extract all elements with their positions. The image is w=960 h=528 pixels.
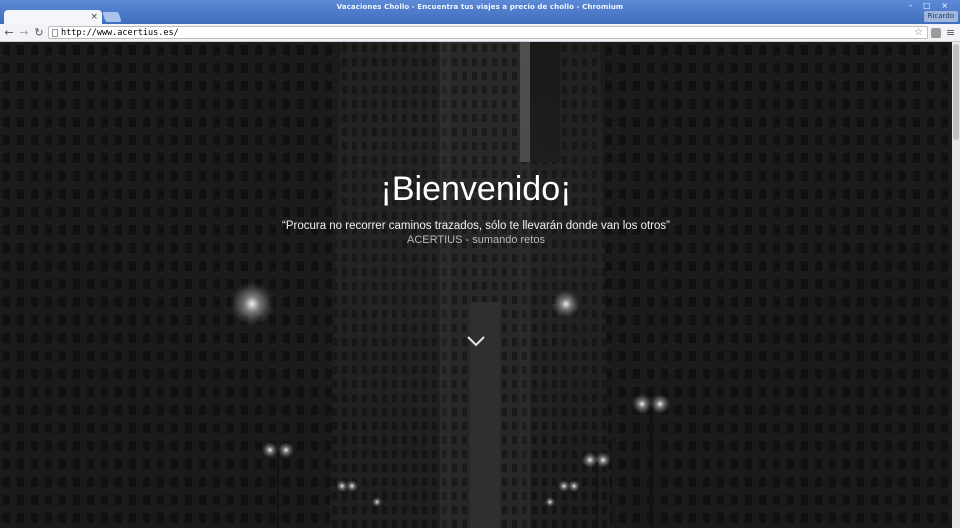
tab-close-icon[interactable]: × [90,11,98,23]
rss-extension-icon[interactable] [931,28,941,38]
forward-arrow-icon[interactable]: → [17,26,31,40]
hero-quote: “Procura no recorrer caminos trazados, s… [282,220,670,232]
url-text[interactable]: http://www.acertius.es/ [61,27,179,39]
browser-tab[interactable]: × [4,10,102,24]
window-controls[interactable]: – □ × [909,1,952,10]
browser-toolbar: ← → ↻ http://www.acertius.es/ ☆ ≡ [0,24,960,42]
back-arrow-icon[interactable]: ← [2,26,16,40]
address-bar[interactable]: http://www.acertius.es/ ☆ [48,26,928,39]
window-titlebar: × Vacaciones Chollo - Encuentra tus viaj… [0,0,960,24]
bookmark-star-icon[interactable]: ☆ [914,26,923,39]
profile-button[interactable]: Ricardo [923,11,958,22]
page-scrollbar[interactable] [952,42,960,528]
menu-icon[interactable]: ≡ [946,26,955,40]
page-icon [52,29,58,37]
new-tab-button[interactable] [102,12,122,22]
reload-icon[interactable]: ↻ [32,26,46,40]
hero-subtitle: ACERTIUS - sumando retos [407,234,545,246]
city-background-image [0,42,952,528]
page-viewport: ¡Bienvenido¡ “Procura no recorrer camino… [0,42,952,528]
chevron-down-icon[interactable] [466,334,486,348]
window-title: Vacaciones Chollo - Encuentra tus viajes… [336,3,624,11]
hero-title: ¡Bienvenido¡ [380,170,572,208]
scrollbar-thumb[interactable] [953,44,959,140]
